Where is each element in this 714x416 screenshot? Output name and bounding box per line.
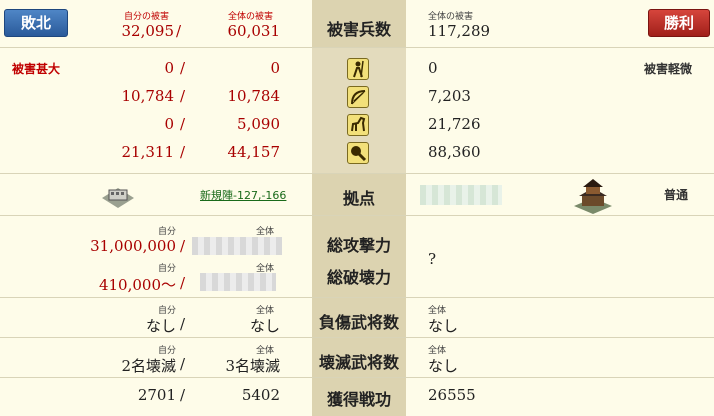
merit-enemy-value: 26555 — [428, 386, 476, 404]
merit-total-value: 5402 — [241, 386, 280, 404]
merit-row: 獲得戦功 2701 / 5402 26555 — [0, 378, 714, 416]
total-damage-value: 60,031 — [227, 22, 281, 40]
destroy-power-label: 総破壊力 — [326, 268, 391, 287]
destroyed-self-value: 2名壊滅 — [121, 357, 176, 375]
self-damage-caption: 自分の被害 — [124, 12, 170, 22]
total-caption: 全体 — [256, 227, 275, 237]
unit-total-loss: 0 — [270, 59, 280, 77]
destroyed-label: 壊滅武将数 — [318, 353, 399, 372]
unit-self-loss: 21,311 — [121, 143, 175, 161]
base-coordinate-link[interactable]: 新規陣-127,-166 — [200, 187, 286, 203]
victory-badge: 勝利 — [648, 9, 710, 37]
enemy-damage-value: 117,289 — [428, 22, 491, 40]
defeat-badge: 敗北 — [4, 9, 68, 37]
redacted-destroy-total — [200, 273, 276, 291]
slash: / — [180, 386, 186, 404]
center-column-cell: 被害兵数 — [312, 0, 406, 47]
attack-self-value: 31,000,000 — [90, 237, 176, 255]
center-column-cell: 壊滅武将数 — [312, 338, 406, 377]
injured-label: 負傷武将数 — [318, 313, 399, 332]
power-row: 総攻撃力 総破壊力 自分 全体 31,000,000 / 自分 全体 410,0… — [0, 216, 714, 298]
header-row: 被害兵数 敗北 自分の被害 全体の被害 32,095 / 60,031 全体の被… — [0, 0, 714, 48]
right-damage-tag: 被害軽微 — [644, 62, 693, 76]
destroyed-row: 壊滅武将数 自分 全体 2名壊滅 / 3名壊滅 全体 なし — [0, 338, 714, 378]
injured-total-value: なし — [249, 317, 280, 335]
unit-enemy-loss: 0 — [428, 59, 438, 77]
attack-power-label: 総攻撃力 — [326, 236, 391, 255]
spear-icon — [347, 58, 369, 80]
center-column-cell: 負傷武将数 — [312, 298, 406, 337]
unit-total-loss: 5,090 — [237, 115, 280, 133]
slash: / — [176, 22, 182, 40]
enemy-damage-caption: 全体の被害 — [428, 12, 474, 22]
base-row: 拠点 新規陣-127,-166 普通 — [0, 174, 714, 216]
unit-losses-row: 被害甚大 被害軽微 0 / 0 0 10,784 / 10,784 7,203 … — [0, 48, 714, 174]
redacted-base-name — [420, 185, 502, 205]
slash: / — [180, 87, 186, 105]
destroyed-enemy-value: なし — [428, 357, 459, 375]
horse-icon — [347, 114, 369, 136]
unit-self-loss: 10,784 — [121, 87, 175, 105]
self-caption: 自分 — [158, 264, 177, 274]
destroy-self-value: 410,000～ — [98, 276, 176, 294]
header-center-label: 被害兵数 — [326, 20, 391, 39]
castle-icon — [570, 176, 616, 214]
unit-enemy-loss: 7,203 — [428, 87, 471, 105]
center-column-cell: 獲得戦功 — [312, 378, 406, 416]
merit-self-value: 2701 — [137, 386, 176, 404]
destroyed-total-value: 3名壊滅 — [225, 357, 280, 375]
slash: / — [180, 59, 186, 77]
center-column-cell: 総攻撃力 総破壊力 — [312, 216, 406, 297]
injured-self-value: なし — [145, 317, 176, 335]
slash: / — [180, 115, 186, 133]
injured-row: 負傷武将数 自分 全体 なし / なし 全体 なし — [0, 298, 714, 338]
slash: / — [180, 355, 186, 373]
base-label: 拠点 — [342, 189, 375, 208]
unit-total-loss: 10,784 — [227, 87, 281, 105]
injured-enemy-value: なし — [428, 317, 459, 335]
unit-enemy-loss: 21,726 — [428, 115, 481, 133]
battle-report-panel: 被害兵数 敗北 自分の被害 全体の被害 32,095 / 60,031 全体の被… — [0, 0, 714, 416]
left-damage-tag: 被害甚大 — [12, 62, 61, 76]
center-column-cell: 拠点 — [312, 174, 406, 215]
self-caption: 自分 — [158, 227, 177, 237]
unit-total-loss: 44,157 — [227, 143, 281, 161]
bow-icon — [347, 86, 369, 108]
enemy-power-value: ? — [428, 250, 437, 268]
siege-icon — [347, 142, 369, 164]
redacted-attack-total — [192, 237, 282, 255]
unit-self-loss: 0 — [164, 115, 174, 133]
slash: / — [180, 315, 186, 333]
unit-self-loss: 0 — [164, 59, 174, 77]
merit-label: 獲得戦功 — [326, 390, 391, 409]
slash: / — [180, 274, 186, 292]
total-damage-caption: 全体の被害 — [228, 12, 274, 22]
base-right-tag: 普通 — [664, 188, 689, 202]
slash: / — [180, 143, 186, 161]
unit-enemy-loss: 88,360 — [428, 143, 481, 161]
self-damage-value: 32,095 — [121, 22, 175, 40]
camp-icon — [100, 180, 136, 210]
slash: / — [180, 237, 186, 255]
